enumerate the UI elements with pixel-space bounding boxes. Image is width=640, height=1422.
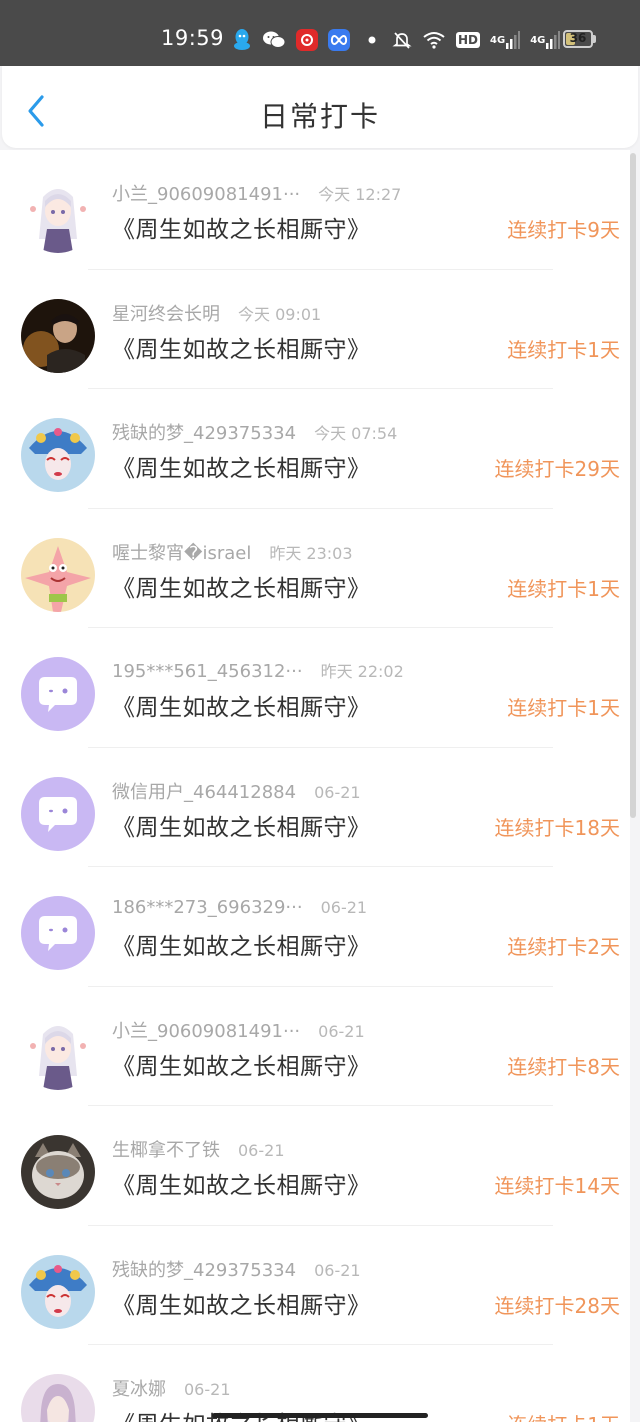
user-name: 残缺的梦_429375334 — [112, 423, 297, 444]
user-name-line: 微信用户_464412884 06-21 — [112, 778, 361, 804]
checkin-time: 昨天 23:03 — [269, 543, 353, 563]
book-title: 《周生如故之长相厮守》 — [112, 1173, 371, 1199]
wechat-icon — [262, 29, 286, 51]
user-name-line: 残缺的梦_429375334 06-21 — [112, 1256, 361, 1282]
streak-count: 连续打卡28天 — [494, 1293, 620, 1318]
user-name: 微信用户_464412884 — [112, 781, 297, 803]
user-name: 星河终会长明 — [112, 303, 220, 325]
user-name-line: 喔士黎宵�israel 昨天 23:03 — [112, 539, 353, 565]
user-name: 残缺的梦_429375334 — [112, 1259, 297, 1281]
book-title: 《周生如故之长相厮守》 — [112, 575, 371, 602]
hd-label: HD — [458, 33, 479, 47]
scrollbar[interactable] — [630, 153, 636, 818]
user-name-line: 残缺的梦_429375334 今天 07:54 — [112, 419, 397, 445]
status-icons: HD 4G 4G — [232, 26, 570, 54]
checkin-time: 06-21 — [318, 1021, 365, 1041]
checkin-row[interactable]: 小兰_90609081491··· 今天 12:27 《周生如故之长相厮守》 连续… — [0, 150, 630, 270]
battery-level: 36 — [569, 31, 587, 45]
streak-count: 连续打卡1天 — [507, 576, 620, 601]
home-indicator[interactable] — [212, 1413, 428, 1418]
streak-count: 连续打卡18天 — [494, 815, 620, 840]
status-time: 19:59 — [161, 26, 225, 50]
streak-count: 连续打卡8天 — [507, 1054, 620, 1079]
user-name: 夏冰娜 — [112, 1379, 166, 1400]
checkin-time: 今天 12:27 — [318, 185, 402, 204]
header: 日常打卡 — [2, 66, 638, 148]
book-title: 《周生如故之长相厮守》 — [112, 336, 371, 363]
checkin-time: 06-21 — [320, 898, 368, 917]
avatar[interactable] — [21, 1254, 95, 1329]
battery-icon: 36 — [563, 30, 593, 48]
streak-count: 连续打卡1天 — [507, 1409, 620, 1422]
avatar[interactable] — [21, 537, 95, 612]
streak-count: 连续打卡29天 — [494, 457, 620, 481]
signal-4g-icon: 4G — [530, 31, 561, 49]
net-label-1: 4G — [490, 34, 506, 46]
checkin-row[interactable]: 生椰拿不了铁 06-21 《周生如故之长相厮守》 连续打卡14天 — [0, 1106, 630, 1226]
avatar[interactable] — [21, 896, 95, 970]
hd-icon: HD — [456, 32, 481, 48]
book-title: 《周生如故之长相厮守》 — [112, 695, 371, 721]
checkin-time: 今天 07:54 — [314, 424, 398, 443]
checkin-row[interactable]: 喔士黎宵�israel 昨天 23:03 《周生如故之长相厮守》 连续打卡1天 — [0, 508, 630, 628]
infinity-app-icon — [328, 29, 350, 51]
checkin-time: 06-21 — [238, 1141, 285, 1160]
streak-count: 连续打卡2天 — [507, 935, 620, 959]
netease-music-icon — [296, 29, 318, 51]
streak-count: 连续打卡1天 — [507, 696, 620, 720]
book-title: 《周生如故之长相厮守》 — [112, 934, 371, 960]
avatar[interactable] — [21, 179, 95, 253]
user-name-line: 星河终会长明 今天 09:01 — [112, 300, 321, 326]
user-name-line: 小兰_90609081491··· 06-21 — [112, 1017, 365, 1043]
checkin-time: 06-21 — [314, 782, 361, 802]
checkin-row[interactable]: 小兰_90609081491··· 06-21 《周生如故之长相厮守》 连续打卡8… — [0, 986, 630, 1106]
checkin-list[interactable]: 小兰_90609081491··· 今天 12:27 《周生如故之长相厮守》 连续… — [0, 150, 630, 1422]
avatar[interactable] — [21, 418, 95, 492]
user-name-line: 小兰_90609081491··· 今天 12:27 — [112, 180, 401, 206]
user-name: 186***273_696329··· — [112, 897, 303, 918]
user-name: 喔士黎宵�israel — [112, 542, 252, 564]
page-title: 日常打卡 — [259, 100, 380, 133]
user-name: 小兰_90609081491··· — [112, 1020, 301, 1042]
user-name: 生椰拿不了铁 — [112, 1140, 220, 1161]
qq-icon — [232, 28, 252, 52]
book-title: 《周生如故之长相厮守》 — [112, 456, 371, 482]
avatar[interactable] — [21, 1135, 95, 1209]
checkin-time: 昨天 22:02 — [320, 662, 404, 681]
book-title: 《周生如故之长相厮守》 — [112, 217, 371, 243]
signal-4g-icon: 4G — [490, 31, 521, 49]
mute-bell-icon — [392, 30, 412, 50]
avatar[interactable] — [21, 1374, 95, 1422]
user-name-line: 186***273_696329··· 06-21 — [112, 897, 367, 918]
checkin-time: 06-21 — [314, 1260, 361, 1280]
user-name-line: 生椰拿不了铁 06-21 — [112, 1136, 285, 1162]
streak-count: 连续打卡14天 — [494, 1174, 620, 1198]
avatar[interactable] — [21, 776, 95, 851]
checkin-row[interactable]: 残缺的梦_429375334 今天 07:54 《周生如故之长相厮守》 连续打卡2… — [0, 389, 630, 509]
streak-count: 连续打卡1天 — [507, 337, 620, 362]
checkin-row[interactable]: 夏冰娜06-21 《周生如故之长相厮守》 连续打卡1天 — [0, 1345, 630, 1422]
checkin-time: 今天 09:01 — [238, 304, 322, 324]
checkin-row[interactable]: 186***273_696329··· 06-21 《周生如故之长相厮守》 连续打… — [0, 867, 630, 987]
user-name: 195***561_456312··· — [112, 661, 303, 682]
checkin-row[interactable]: 星河终会长明 今天 09:01 《周生如故之长相厮守》 连续打卡1天 — [0, 269, 630, 389]
user-name-line: 195***561_456312··· 昨天 22:02 — [112, 658, 404, 682]
wifi-icon — [422, 31, 446, 49]
checkin-row[interactable]: 195***561_456312··· 昨天 22:02 《周生如故之长相厮守》 … — [0, 628, 630, 748]
user-name: 小兰_90609081491··· — [112, 184, 301, 205]
checkin-row[interactable]: 残缺的梦_429375334 06-21 《周生如故之长相厮守》 连续打卡28天 — [0, 1225, 630, 1345]
book-title: 《周生如故之长相厮守》 — [112, 814, 371, 841]
checkin-row[interactable]: 微信用户_464412884 06-21 《周生如故之长相厮守》 连续打卡18天 — [0, 747, 630, 867]
book-title: 《周生如故之长相厮守》 — [112, 1053, 371, 1080]
avatar[interactable] — [21, 657, 95, 731]
book-title: 《周生如故之长相厮守》 — [112, 1292, 371, 1319]
checkin-time: 06-21 — [184, 1380, 231, 1399]
status-bar: 19:59 HD 4G 4G 36 — [0, 0, 640, 66]
user-name-line: 夏冰娜 06-21 — [112, 1375, 231, 1401]
dot-icon — [368, 36, 376, 44]
net-label-2: 4G — [530, 34, 546, 46]
streak-count: 连续打卡9天 — [507, 218, 620, 242]
avatar[interactable] — [21, 1015, 95, 1090]
avatar[interactable] — [21, 298, 95, 373]
